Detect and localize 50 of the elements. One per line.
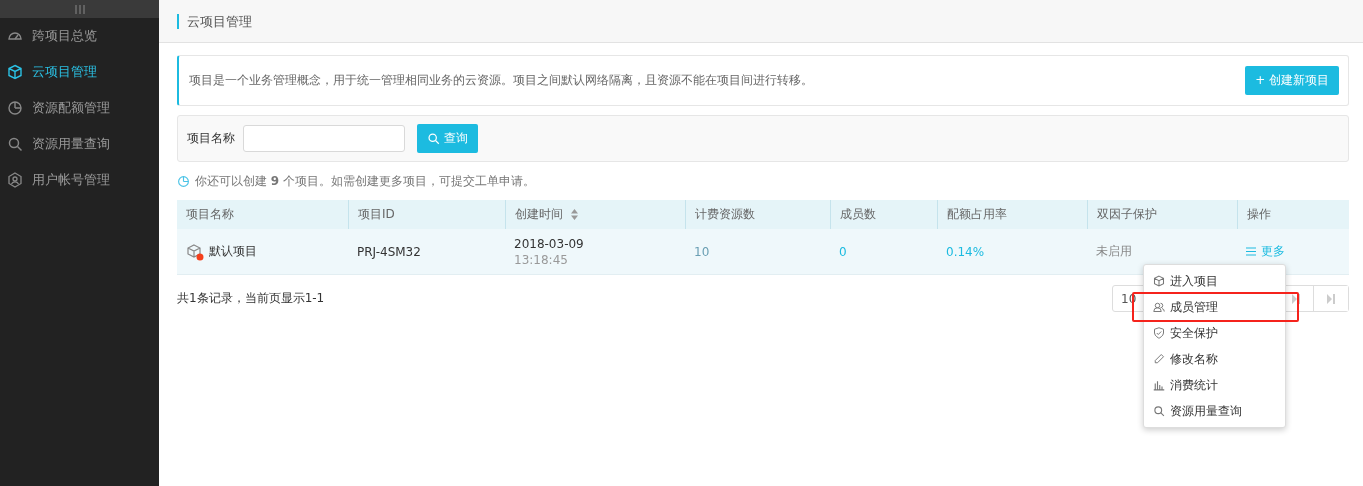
user-icon [7,172,23,188]
table-cell: PRJ-4SM32 [348,229,505,275]
search-icon [7,136,23,152]
menu-item[interactable]: 修改名称 [1144,346,1285,372]
bar-chart-icon [1153,379,1165,391]
sidebar-item[interactable]: 跨项目总览 [0,18,159,54]
menu-item[interactable]: 资源用量查询 [1144,398,1285,424]
column-label: 配额占用率 [947,206,1007,223]
sidebar-item[interactable]: 资源配额管理 [0,90,159,126]
project-name-field[interactable] [243,125,405,152]
created-time: 13:18:45 [514,252,569,267]
clock-icon [7,100,23,116]
column-label: 项目名称 [186,206,234,223]
sidebar-item[interactable]: 用户帐号管理 [0,162,159,198]
search-icon [427,132,440,145]
column-label: 成员数 [840,206,876,223]
created-date: 2018-03-09 [514,236,584,251]
column-label: 创建时间 [515,206,563,223]
cube-icon [1153,275,1165,287]
notice-text: 项目是一个业务管理概念，用于统一管理相同业务的云资源。项目之间默认网络隔离，且资源不能在项目间进行转移。 [189,72,813,89]
skip-icon [1327,293,1335,304]
page-title: 云项目管理 [177,13,252,29]
list-icon [1246,247,1256,256]
cube-icon [7,64,23,80]
menu-item[interactable]: 消费统计 [1144,372,1285,398]
table-cell: 10 [685,229,830,275]
project-cube-icon [186,242,204,261]
users-icon [1153,301,1165,313]
quota-hint: 你还可以创建 9 个项目。如需创建更多项目，可提交工单申请。 [195,172,535,190]
column-label: 双因子保护 [1097,206,1157,223]
sort-icon[interactable] [571,209,578,220]
table-cell: 0 [830,229,937,275]
project-name: 默认项目 [209,243,257,260]
record-summary: 共1条记录，当前页显示1-1 [177,290,325,307]
table-cell: 0.14% [937,229,1087,275]
search-icon [1153,405,1165,417]
shield-icon [1153,327,1165,339]
skip-icon [1292,293,1300,304]
grip-icon[interactable] [74,4,85,14]
search-label: 项目名称 [187,130,235,147]
sidebar-item[interactable]: 云项目管理 [0,54,159,90]
menu-item[interactable]: 安全保护 [1144,320,1285,346]
menu-item[interactable]: 成员管理 [1144,294,1285,320]
sidebar-item[interactable]: 资源用量查询 [0,126,159,162]
column-label: 项目ID [358,206,395,223]
pencil-icon [1153,353,1165,365]
column-header[interactable]: 创建时间 [505,200,685,229]
column-label: 操作 [1247,206,1271,223]
column-label: 计费资源数 [695,206,755,223]
clock-icon [177,174,190,188]
